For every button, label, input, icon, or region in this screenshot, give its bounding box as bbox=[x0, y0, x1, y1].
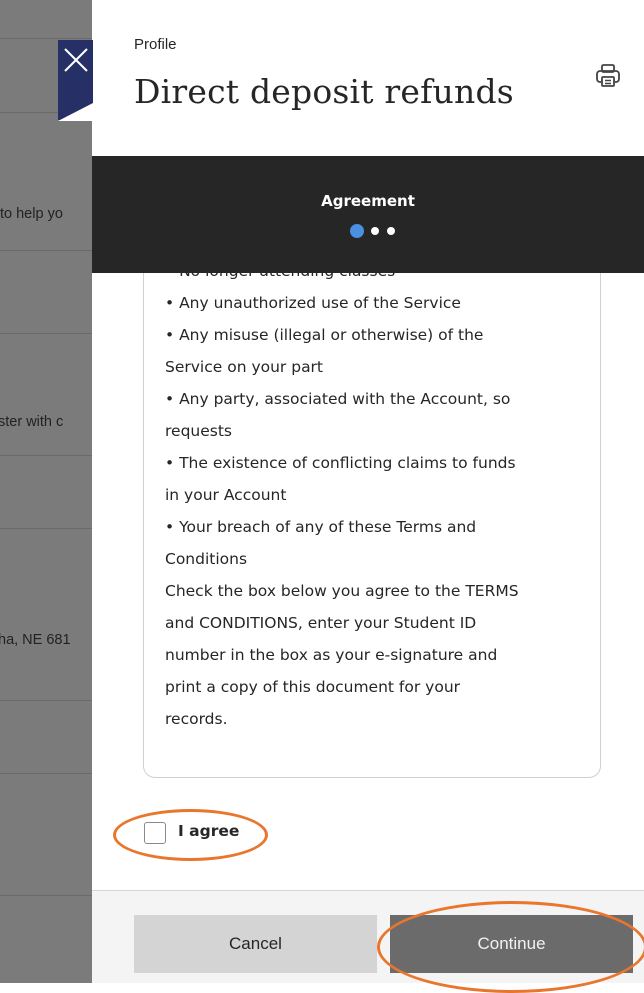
terms-line: • The existence of conflicting claims to… bbox=[165, 454, 516, 472]
terms-line: • Any misuse (illegal or otherwise) of t… bbox=[165, 326, 484, 344]
breadcrumb[interactable]: Profile bbox=[134, 36, 177, 53]
background-divider bbox=[0, 773, 92, 774]
close-icon bbox=[64, 48, 88, 72]
terms-line: number in the box as your e-signature an… bbox=[165, 646, 498, 664]
cancel-button[interactable]: Cancel bbox=[134, 915, 377, 973]
step-dot bbox=[387, 227, 395, 235]
printer-icon[interactable] bbox=[594, 62, 622, 90]
background-text: to help yo bbox=[0, 206, 63, 222]
background-divider bbox=[0, 250, 92, 251]
terms-scroll-box[interactable]: • No longer attending classes • Any unau… bbox=[143, 273, 601, 778]
page-title: Direct deposit refunds bbox=[134, 72, 514, 111]
background-divider bbox=[0, 333, 92, 334]
step-dot bbox=[371, 227, 379, 235]
terms-line: and CONDITIONS, enter your Student ID bbox=[165, 614, 477, 632]
annotation-highlight-continue bbox=[377, 901, 644, 993]
background-divider bbox=[0, 455, 92, 456]
progress-header bbox=[92, 156, 644, 273]
background-text: ster with c bbox=[0, 414, 64, 430]
background-divider bbox=[0, 700, 92, 701]
terms-line: print a copy of this document for your bbox=[165, 678, 461, 696]
background-divider bbox=[0, 895, 92, 896]
terms-line: • Any party, associated with the Account… bbox=[165, 390, 511, 408]
terms-line: in your Account bbox=[165, 486, 287, 504]
step-dot-active bbox=[350, 224, 364, 238]
terms-line: Conditions bbox=[165, 550, 248, 568]
background-divider bbox=[0, 528, 92, 529]
terms-text: • No longer attending classes • Any unau… bbox=[165, 273, 585, 735]
close-button[interactable] bbox=[58, 40, 93, 121]
annotation-highlight-agree bbox=[113, 809, 268, 861]
background-divider bbox=[0, 38, 92, 39]
terms-line: • Your breach of any of these Terms and bbox=[165, 518, 477, 536]
step-title: Agreement bbox=[321, 192, 415, 210]
terms-line: Check the box below you agree to the TER… bbox=[165, 582, 519, 600]
terms-line: requests bbox=[165, 422, 232, 440]
terms-line: records. bbox=[165, 710, 228, 728]
terms-line: • No longer attending classes bbox=[165, 273, 585, 287]
terms-line: • Any unauthorized use of the Service bbox=[165, 294, 461, 312]
background-text: ha, NE 681 bbox=[0, 632, 71, 648]
terms-line: Service on your part bbox=[165, 358, 324, 376]
background-page: to help yo ster with c ha, NE 681 bbox=[0, 0, 92, 983]
